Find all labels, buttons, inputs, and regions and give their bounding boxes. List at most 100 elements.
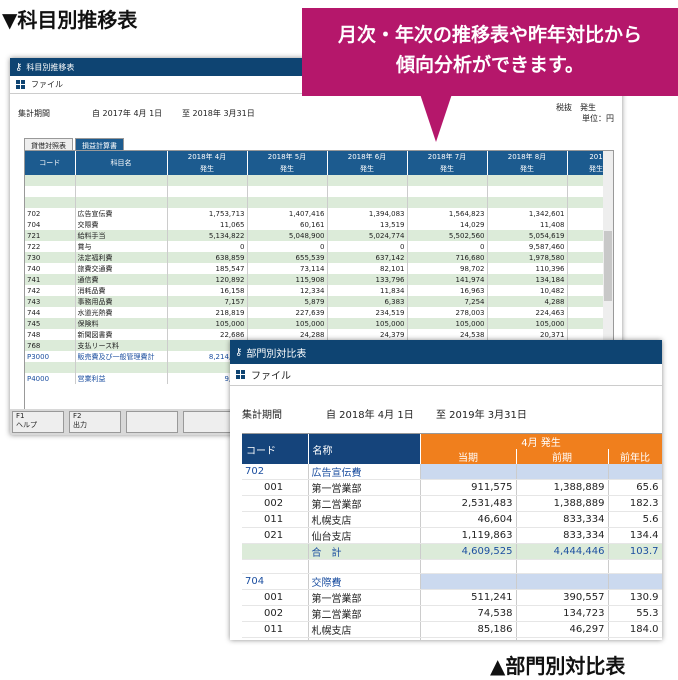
cell-code [25, 186, 76, 197]
cell-name: 営業利益 [75, 373, 168, 384]
cell-value [327, 175, 408, 186]
cell-value [167, 175, 248, 186]
table-row[interactable]: 704 交際費 11,065 60,161 13,519 14,029 11,408 [25, 219, 613, 230]
col-code: コード [242, 434, 309, 464]
table-row[interactable]: 743 事務用品費 7,157 5,879 6,383 7,254 4,288 [25, 296, 613, 307]
caption-account-trend: ▼科目別推移表 [2, 8, 138, 32]
menu-file[interactable]: ファイル [31, 79, 63, 90]
col-month: 2018年 4月 [167, 151, 248, 163]
cell-name: 旅費交通費 [75, 263, 168, 274]
cell-ratio: 55.3 [608, 605, 662, 622]
col-current: 当期 [420, 449, 517, 464]
table-row[interactable]: 704 交際費 [242, 573, 662, 590]
cell-code: 768 [25, 340, 76, 351]
table-row[interactable]: 740 旅費交通費 185,547 73,114 82,101 98,702 110,396 [25, 263, 613, 274]
table-row[interactable]: 722 賞与 0 0 0 0 9,587,460 [25, 241, 613, 252]
department-comparison-window: ⚷ 部門別対比表 ファイル 集計期間 自 2018年 4月 1日 至 2019年… [230, 340, 662, 640]
cell-code [25, 175, 76, 186]
cell-ratio: 130.9 [608, 589, 662, 606]
cell-value: 1,564,823 [407, 208, 488, 219]
table-row[interactable]: 021 仙台支店 1,119,863 833,334 134.4 [242, 527, 662, 544]
cell-name: 札幌支店 [308, 621, 421, 638]
function-key-button[interactable]: F1 ヘルプ [12, 411, 64, 433]
table-row[interactable]: 011 札幌支店 85,186 46,297 184.0 [242, 621, 662, 638]
menu-bar: ファイル [230, 364, 662, 386]
cell-current: 0 [420, 637, 517, 640]
grid-icon [236, 370, 245, 379]
function-key-button[interactable] [183, 411, 235, 433]
col-month: 2018年 8月 [487, 151, 568, 163]
unit-label: 単位：円 [582, 114, 614, 123]
col-sub: 発生 [407, 163, 488, 175]
cell-code: P3000 [25, 351, 76, 362]
cell-name: 事務用品費 [75, 296, 168, 307]
cell-code: 744 [25, 307, 76, 318]
col-sub: 発生 [327, 163, 408, 175]
cell-value [247, 175, 328, 186]
cell-value: 0 [247, 241, 328, 252]
cell-current [420, 559, 517, 574]
cell-value: 120,892 [167, 274, 248, 285]
table-row[interactable]: 011 札幌支店 46,604 833,334 5.6 [242, 511, 662, 528]
cell-code: 021 [242, 637, 309, 640]
table-row[interactable]: 730 法定福利費 638,859 655,539 637,142 716,680 1,97… [25, 252, 613, 263]
col-sub: 発生 [167, 163, 248, 175]
table-row[interactable]: 001 第一営業部 511,241 390,557 130.9 [242, 589, 662, 606]
cell-name: 広告宣伝費 [75, 208, 168, 219]
cell-code: 001 [242, 479, 309, 496]
table-row[interactable] [25, 186, 613, 197]
table-row[interactable] [242, 559, 662, 574]
cell-code: 002 [242, 605, 309, 622]
period-header: 集計期間 自 2018年 4月 1日 至 2019年 3月31日 [230, 386, 662, 424]
cell-current: 46,604 [420, 511, 517, 528]
cell-value: 105,000 [247, 318, 328, 329]
cell-value [487, 186, 568, 197]
table-row[interactable]: 742 消耗品費 16,158 12,334 11,834 16,963 10,482 [25, 285, 613, 296]
col-sub: 発生 [487, 163, 568, 175]
col-month: 2018年 5月 [247, 151, 328, 163]
cell-name: 新聞図書費 [75, 329, 168, 340]
menu-file[interactable]: ファイル [251, 367, 291, 382]
table-row[interactable]: 002 第二営業部 74,538 134,723 55.3 [242, 605, 662, 622]
scroll-thumb[interactable] [604, 231, 612, 301]
table-row[interactable]: 748 新聞図書費 22,686 24,288 24,379 24,538 20,371 [25, 329, 613, 340]
cell-code: 742 [25, 285, 76, 296]
table-row[interactable] [25, 197, 613, 208]
cell-value: 5,024,774 [327, 230, 408, 241]
cell-value [247, 197, 328, 208]
fkey-label: 出力 [73, 421, 87, 429]
table-row[interactable]: 702 広告宣伝費 [242, 464, 662, 480]
cell-name: 給料手当 [75, 230, 168, 241]
table-row[interactable]: 002 第二営業部 2,531,483 1,388,889 182.3 [242, 495, 662, 512]
caption-department-comparison: ▲部門別対比表 [490, 654, 626, 678]
table-row[interactable]: 合 計 4,609,525 4,444,446 103.7 [242, 543, 662, 560]
col-month: 2018年 6月 [327, 151, 408, 163]
cell-value: 105,000 [167, 318, 248, 329]
cell-value: 1,753,713 [167, 208, 248, 219]
cell-ratio [608, 559, 662, 574]
function-key-button[interactable] [126, 411, 178, 433]
col-month: 2018年 7月 [407, 151, 488, 163]
cell-current: 511,241 [420, 589, 517, 606]
cell-name: 水道光熱費 [75, 307, 168, 318]
table-row[interactable]: 021仙台支店030,0000.0 [242, 637, 662, 640]
callout-pointer [420, 94, 452, 142]
cell-value [327, 186, 408, 197]
cell-previous: 134,723 [516, 605, 609, 622]
cell-current [420, 573, 517, 590]
table-row[interactable]: 744 水道光熱費 218,819 227,639 234,519 278,003 224,… [25, 307, 613, 318]
table-row[interactable]: 702 広告宣伝費 1,753,713 1,407,416 1,394,083 1,564… [25, 208, 613, 219]
table-row[interactable]: 721 給料手当 5,134,822 5,048,900 5,024,774 5,502,… [25, 230, 613, 241]
cell-value: 1,407,416 [247, 208, 328, 219]
table-row[interactable] [25, 175, 613, 186]
table-row[interactable]: 745 保険料 105,000 105,000 105,000 105,000 105,00… [25, 318, 613, 329]
function-key-button[interactable]: F2 出力 [69, 411, 121, 433]
period-from: 自 2018年 4月 1日 [326, 410, 414, 421]
table-row[interactable]: 741 通信費 120,892 115,908 133,796 141,974 134,18… [25, 274, 613, 285]
cell-name: 札幌支店 [308, 511, 421, 528]
cell-name: 第一営業部 [308, 589, 421, 606]
table-row[interactable]: 001 第一営業部 911,575 1,388,889 65.6 [242, 479, 662, 496]
col-name: 名称 [308, 434, 421, 464]
cell-ratio: 103.7 [608, 543, 662, 560]
cell-current: 2,531,483 [420, 495, 517, 512]
